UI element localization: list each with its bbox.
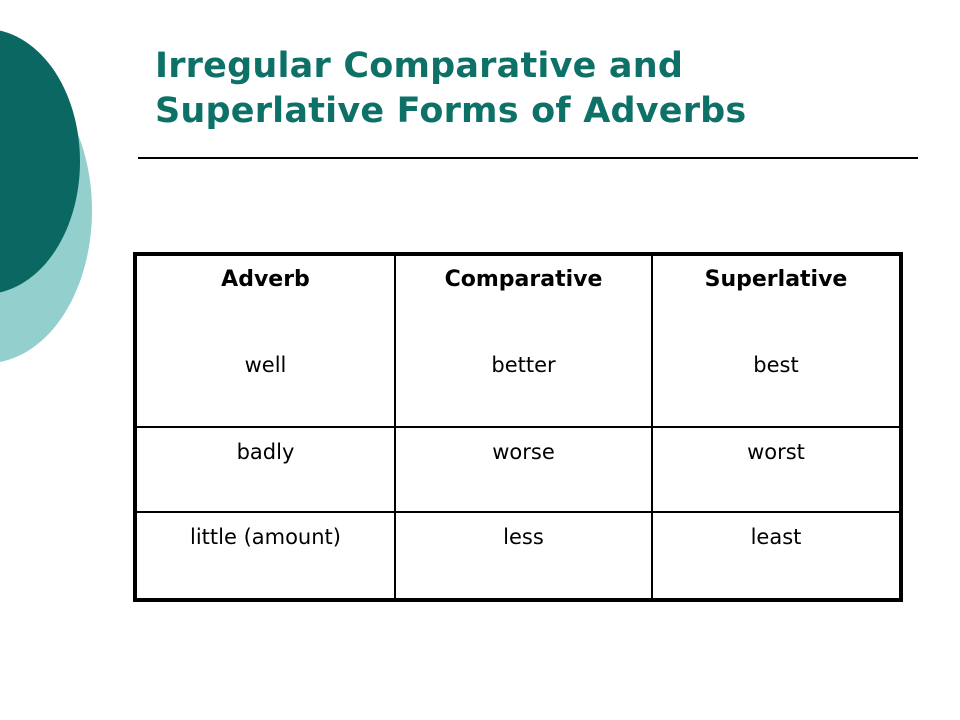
light-teal-circle-icon [0, 58, 92, 363]
table-row: little (amount) less least [137, 512, 899, 598]
cell-comparative: less [395, 512, 653, 598]
cell-superlative: worst [652, 426, 899, 514]
dark-teal-circle-icon [0, 29, 80, 294]
cell-comparative: worse [395, 426, 653, 514]
table-header-row: Adverb Comparative Superlative [137, 256, 899, 341]
cell-superlative: best [652, 341, 899, 428]
table-row: badly worse worst [137, 426, 899, 514]
page-title-line-1: Irregular Comparative and [155, 46, 684, 86]
slide-canvas: Irregular Comparative and Superlative Fo… [0, 0, 960, 720]
cell-adverb: badly [137, 426, 396, 514]
cell-comparative: better [395, 341, 653, 428]
title-divider [138, 157, 918, 159]
column-header-superlative: Superlative [704, 267, 848, 292]
column-header-comparative: Comparative [395, 256, 653, 341]
table-row: well better best [137, 341, 899, 428]
cell-adverb: little (amount) [137, 512, 396, 598]
page-title-line-2: Superlative Forms of Adverbs [155, 91, 747, 131]
page-title: Irregular Comparative and Superlative Fo… [155, 44, 925, 134]
column-header-adverb: Adverb [137, 256, 396, 341]
cell-adverb: well [137, 341, 396, 428]
cell-superlative: least [750, 525, 802, 550]
adverb-forms-table: Adverb Comparative Superlative well bett… [133, 252, 903, 602]
